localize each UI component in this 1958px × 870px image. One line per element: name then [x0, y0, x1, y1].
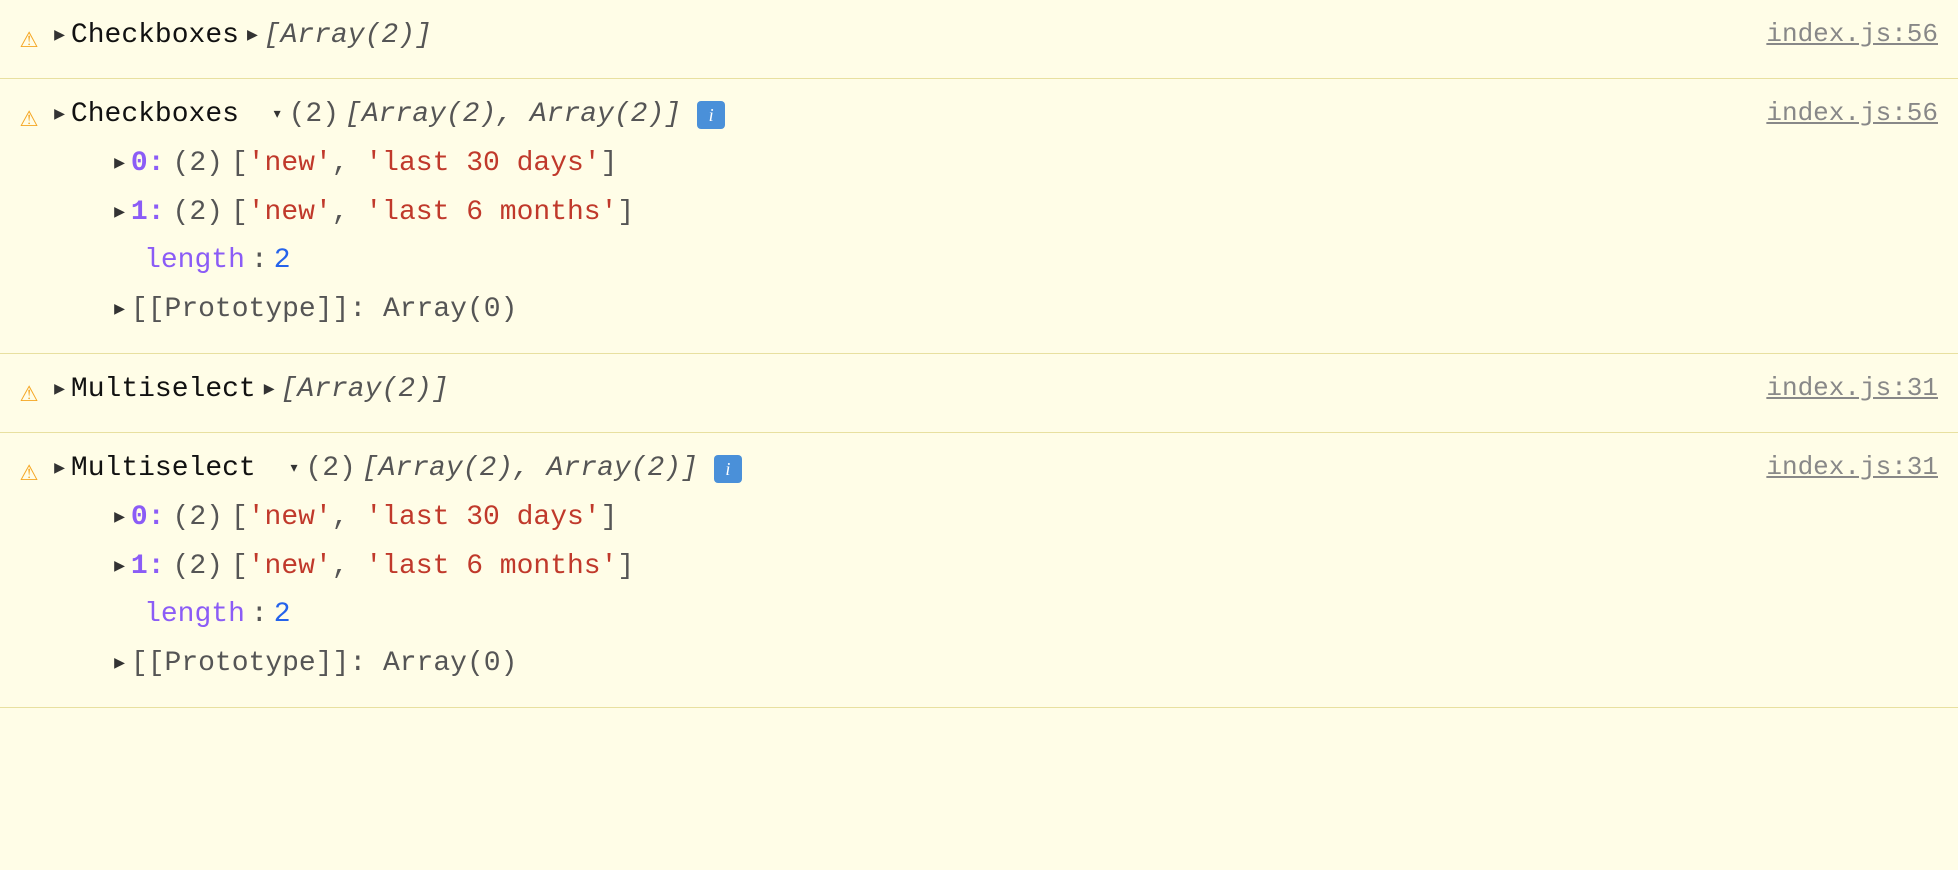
child-2-1-val0: 'new'	[248, 191, 332, 236]
child-2-0-val0: 'new'	[248, 142, 332, 187]
expand-triangle-2[interactable]: ▶	[54, 101, 65, 130]
prototype-arrow-2[interactable]: ▶	[114, 296, 125, 325]
child-4-1-comma: ,	[332, 545, 366, 590]
child-4-1: ▶ 1: (2) [ 'new' , 'last 6 months' ]	[54, 545, 1938, 590]
child-4-1-val0: 'new'	[248, 545, 332, 590]
child-4-0-arrow[interactable]: ▶	[114, 504, 125, 533]
file-link-3[interactable]: index.js:31	[1726, 368, 1938, 410]
row2-value: [Array(2), Array(2)]	[345, 93, 681, 138]
length-row-2: length : 2	[54, 239, 1938, 284]
prototype-row-2: ▶ [[Prototype]]: Array(0)	[54, 288, 1938, 333]
length-colon-2: :	[251, 239, 268, 284]
child-2-0-val1: 'last 30 days'	[365, 142, 600, 187]
warning-icon-4: ⚠	[20, 449, 38, 497]
child-4-0-val0: 'new'	[248, 496, 332, 541]
expand-triangle-1[interactable]: ▶	[54, 22, 65, 51]
child-4-0-index: 0:	[131, 496, 165, 541]
child-2-1-arrow[interactable]: ▶	[114, 199, 125, 228]
length-label-4: length	[144, 593, 245, 638]
warning-icon-2: ⚠	[20, 95, 38, 143]
child-2-0-count: (2)	[173, 142, 223, 187]
length-colon-4: :	[251, 593, 268, 638]
child-4-1-bracket-open: [	[231, 545, 248, 590]
prototype-row-4: ▶ [[Prototype]]: Array(0)	[54, 642, 1938, 687]
child-4-0-count: (2)	[173, 496, 223, 541]
child-2-0-index: 0:	[131, 142, 165, 187]
row4-label: Multiselect	[71, 447, 256, 492]
child-2-1-comma: ,	[332, 191, 366, 236]
child-4-1-count: (2)	[173, 545, 223, 590]
row1-label: Checkboxes	[71, 14, 239, 59]
expand-triangle-4[interactable]: ▶	[54, 455, 65, 484]
child-4-1-arrow[interactable]: ▶	[114, 553, 125, 582]
child-4-1-val1: 'last 6 months'	[365, 545, 617, 590]
child-2-1-bracket-open: [	[231, 191, 248, 236]
prototype-arrow-4[interactable]: ▶	[114, 650, 125, 679]
info-icon-2[interactable]: i	[697, 101, 725, 129]
arrow-down-2[interactable]: ▾	[272, 101, 283, 130]
child-2-0-arrow[interactable]: ▶	[114, 150, 125, 179]
child-4-1-bracket-close: ]	[617, 545, 634, 590]
arrow-1[interactable]: ▶	[247, 22, 258, 51]
length-row-4: length : 2	[54, 593, 1938, 638]
file-link-2[interactable]: index.js:56	[1726, 93, 1938, 135]
row4-count: (2)	[305, 447, 355, 492]
child-2-0-bracket-open: [	[231, 142, 248, 187]
row3-value: [Array(2)]	[281, 368, 449, 413]
row3-label: Multiselect	[71, 368, 256, 413]
child-2-1-val1: 'last 6 months'	[365, 191, 617, 236]
length-value-4: 2	[274, 593, 291, 638]
arrow-down-4[interactable]: ▾	[289, 455, 300, 484]
row2-count: (2)	[289, 93, 339, 138]
row1-value: [Array(2)]	[264, 14, 432, 59]
console-panel: ⚠ ▶ Checkboxes ▶ [Array(2)] index.js:56 …	[0, 0, 1958, 708]
child-4-0-bracket-open: [	[231, 496, 248, 541]
prototype-label-2: [[Prototype]]: Array(0)	[131, 288, 517, 333]
child-4-0-comma: ,	[332, 496, 366, 541]
console-row-3: ⚠ ▶ Multiselect ▶ [Array(2)] index.js:31	[0, 354, 1958, 433]
child-4-0-val1: 'last 30 days'	[365, 496, 600, 541]
child-4-1-index: 1:	[131, 545, 165, 590]
child-2-0-bracket-close: ]	[601, 142, 618, 187]
expand-triangle-3[interactable]: ▶	[54, 376, 65, 405]
length-value-2: 2	[274, 239, 291, 284]
file-link-4[interactable]: index.js:31	[1726, 447, 1938, 489]
warning-icon-3: ⚠	[20, 370, 38, 418]
child-4-0: ▶ 0: (2) [ 'new' , 'last 30 days' ]	[54, 496, 1938, 541]
console-row-4: ⚠ ▶ Multiselect ▾ (2) [Array(2), Array(2…	[0, 433, 1958, 708]
child-2-1-bracket-close: ]	[617, 191, 634, 236]
child-2-0-comma: ,	[332, 142, 366, 187]
prototype-label-4: [[Prototype]]: Array(0)	[131, 642, 517, 687]
child-2-1-count: (2)	[173, 191, 223, 236]
child-2-1: ▶ 1: (2) [ 'new' , 'last 6 months' ]	[54, 191, 1938, 236]
length-label-2: length	[144, 239, 245, 284]
child-2-1-index: 1:	[131, 191, 165, 236]
info-icon-4[interactable]: i	[714, 455, 742, 483]
row4-value: [Array(2), Array(2)]	[362, 447, 698, 492]
console-row-1: ⚠ ▶ Checkboxes ▶ [Array(2)] index.js:56	[0, 0, 1958, 79]
row2-label: Checkboxes	[71, 93, 239, 138]
warning-icon-1: ⚠	[20, 16, 38, 64]
console-row-2: ⚠ ▶ Checkboxes ▾ (2) [Array(2), Array(2)…	[0, 79, 1958, 354]
arrow-3[interactable]: ▶	[264, 376, 275, 405]
child-2-0: ▶ 0: (2) [ 'new' , 'last 30 days' ]	[54, 142, 1938, 187]
file-link-1[interactable]: index.js:56	[1726, 14, 1938, 56]
child-4-0-bracket-close: ]	[601, 496, 618, 541]
